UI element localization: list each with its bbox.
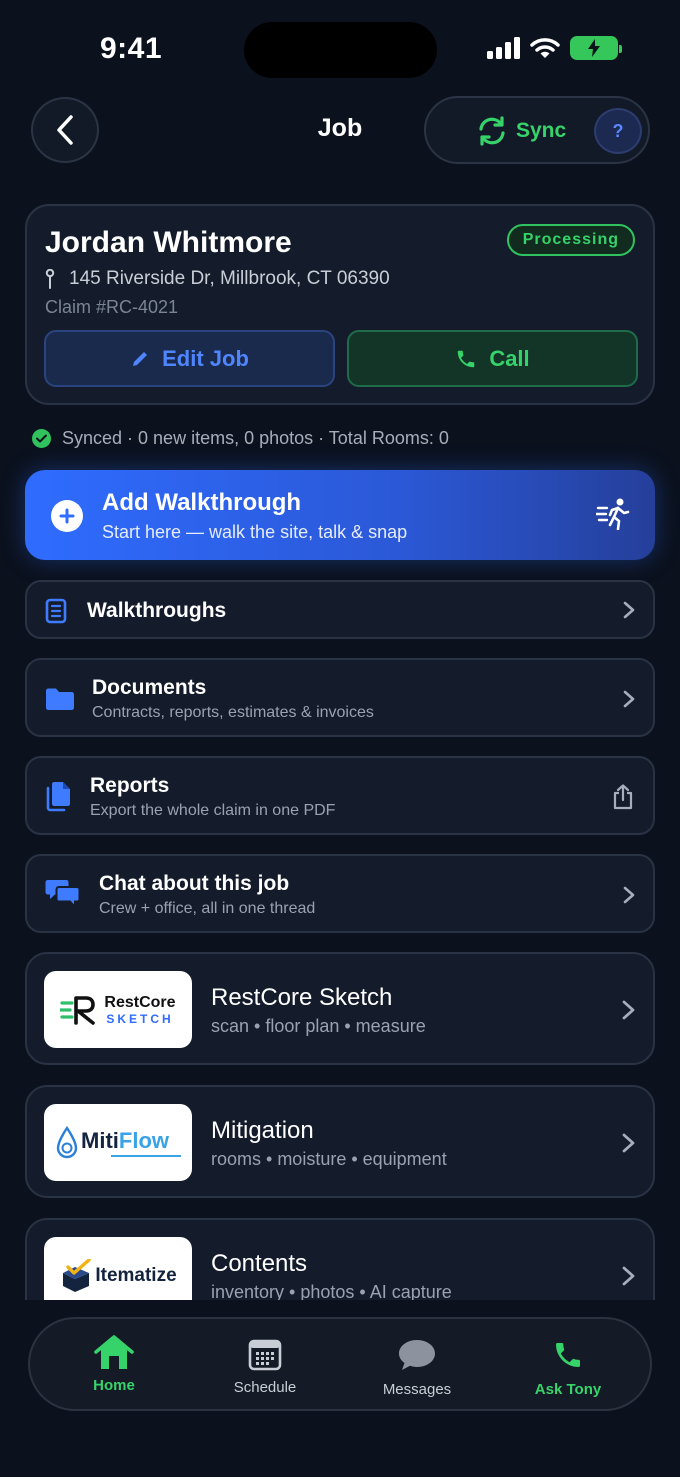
job-card: Jordan Whitmore Processing 145 Riverside… (25, 204, 655, 405)
restcore-r-icon (60, 995, 96, 1025)
status-bar: 9:41 (0, 0, 680, 95)
cellular-signal-icon (487, 37, 520, 59)
help-button[interactable]: ? (594, 108, 642, 154)
plus-icon (51, 500, 83, 532)
call-label: Call (489, 345, 530, 371)
job-address: 145 Riverside Dr, Millbrook, CT 06390 (69, 268, 390, 289)
documents-row[interactable]: Documents Contracts, reports, estimates … (25, 658, 655, 737)
sync-status-text: Synced · 0 new items, 0 photos · Total R… (62, 428, 449, 448)
chevron-right-icon (622, 1266, 635, 1286)
customer-name: Jordan Whitmore (45, 226, 292, 259)
contents-card[interactable]: Itematize Contents inventory • photos • … (25, 1218, 655, 1300)
restcore-logo-subtext: SKETCH (106, 1011, 174, 1026)
mitigation-subtitle: rooms • moisture • equipment (211, 1149, 447, 1169)
wifi-icon (530, 38, 560, 58)
restcore-sketch-card[interactable]: RestCore SKETCH RestCore Sketch scan • f… (25, 952, 655, 1065)
status-badge: Processing (506, 224, 635, 256)
tab-ask-tony-label: Ask Tony (534, 1381, 602, 1398)
map-pin-icon (45, 269, 55, 289)
contents-subtitle: inventory • photos • AI capture (211, 1282, 452, 1300)
mitiflow-logo-part1: Miti (81, 1128, 119, 1153)
dynamic-island (244, 22, 437, 78)
pencil-icon (133, 351, 148, 366)
reports-row[interactable]: Reports Export the whole claim in one PD… (25, 756, 655, 835)
address-row: 145 Riverside Dr, Millbrook, CT 06390 (45, 268, 390, 290)
check-circle-icon (32, 429, 51, 448)
tab-schedule[interactable]: Schedule (190, 1319, 340, 1409)
contents-title: Contents (211, 1250, 308, 1277)
mitiflow-logo-part2: Flow (118, 1128, 169, 1153)
notebook-icon (45, 598, 67, 624)
sync-pill: Sync ? (424, 96, 650, 164)
status-time: 9:41 (100, 32, 163, 65)
itematize-logo-text: Itematize (95, 1264, 177, 1286)
claim-number: Claim #RC-4021 (45, 297, 179, 317)
chevron-right-icon (623, 690, 635, 708)
message-bubble-icon (399, 1340, 435, 1370)
phone-icon (556, 1343, 580, 1367)
restcore-subtitle: scan • floor plan • measure (211, 1016, 426, 1036)
chevron-right-icon (623, 601, 635, 619)
chat-row[interactable]: Chat about this job Crew + office, all i… (25, 854, 655, 933)
itematize-logo: Itematize (44, 1237, 192, 1300)
sync-icon (479, 116, 505, 146)
tab-schedule-label: Schedule (233, 1379, 297, 1396)
chat-title: Chat about this job (99, 872, 290, 895)
restcore-title: RestCore Sketch (211, 984, 393, 1011)
tab-bar: Home Schedule Messages Ask Tony (28, 1317, 652, 1411)
chat-bubbles-icon (45, 880, 81, 910)
mitigation-title: Mitigation (211, 1117, 314, 1144)
folder-icon (46, 688, 74, 710)
tab-ask-tony[interactable]: Ask Tony (493, 1319, 643, 1409)
reports-subtitle: Export the whole claim in one PDF (90, 802, 336, 819)
sync-button[interactable]: Sync (476, 116, 566, 146)
home-icon (94, 1335, 134, 1369)
add-walkthrough-button[interactable]: Add Walkthrough Start here — walk the si… (25, 470, 655, 560)
chevron-right-icon (623, 886, 635, 904)
walking-person-icon (596, 498, 630, 530)
add-walkthrough-subtitle: Start here — walk the site, talk & snap (102, 522, 408, 542)
walkthroughs-row[interactable]: Walkthroughs (25, 580, 655, 639)
add-walkthrough-title: Add Walkthrough (102, 489, 302, 516)
chevron-right-icon (622, 1133, 635, 1153)
reports-title: Reports (90, 774, 170, 797)
water-drop-icon (56, 1125, 78, 1158)
chevron-right-icon (622, 1000, 635, 1020)
walkthroughs-title: Walkthroughs (87, 599, 227, 622)
documents-copy-icon (46, 782, 70, 812)
restcore-logo-text: RestCore (104, 993, 176, 1011)
tab-home[interactable]: Home (39, 1319, 189, 1409)
mitiflow-logo: MitiFlow (44, 1104, 192, 1181)
sync-label: Sync (516, 119, 567, 142)
tab-messages-label: Messages (382, 1381, 452, 1398)
edit-job-button[interactable]: Edit Job (44, 330, 335, 387)
chat-subtitle: Crew + office, all in one thread (99, 900, 316, 917)
mitigation-card[interactable]: MitiFlow Mitigation rooms • moisture • e… (25, 1085, 655, 1198)
edit-job-label: Edit Job (162, 345, 249, 371)
tab-home-label: Home (93, 1377, 135, 1394)
phone-icon (458, 350, 475, 367)
calendar-icon (248, 1339, 282, 1371)
battery-charging-icon (570, 36, 622, 60)
documents-subtitle: Contracts, reports, estimates & invoices (92, 704, 374, 721)
sync-status: Synced · 0 new items, 0 photos · Total R… (32, 428, 449, 449)
apps-scroll-area[interactable]: RestCore SKETCH RestCore Sketch scan • f… (0, 940, 680, 1300)
restcore-logo: RestCore SKETCH (44, 971, 192, 1048)
tab-messages[interactable]: Messages (342, 1319, 492, 1409)
status-icons (487, 36, 622, 60)
box-check-icon (63, 1258, 92, 1292)
call-button[interactable]: Call (347, 330, 638, 387)
documents-title: Documents (92, 676, 207, 699)
share-icon[interactable] (612, 784, 634, 810)
